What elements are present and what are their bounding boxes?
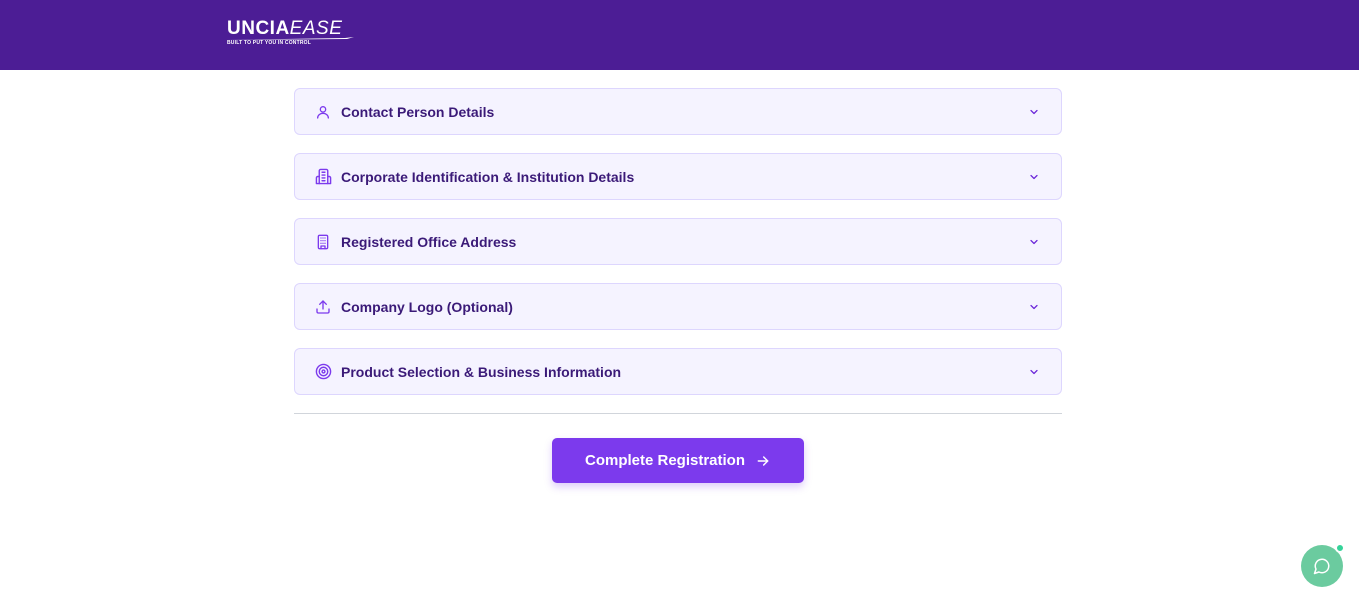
target-icon bbox=[314, 363, 332, 381]
chevron-down-icon[interactable] bbox=[1027, 300, 1041, 314]
section-contact-person[interactable]: Contact Person Details bbox=[294, 88, 1062, 135]
section-product-selection[interactable]: Product Selection & Business Information bbox=[294, 348, 1062, 395]
complete-registration-button[interactable]: Complete Registration bbox=[552, 438, 804, 483]
section-registered-office[interactable]: Registered Office Address bbox=[294, 218, 1062, 265]
top-header: UNCIA EASE BUILT TO PUT YOU IN CONTROL bbox=[0, 0, 1359, 70]
upload-icon bbox=[314, 298, 332, 316]
section-label: Company Logo (Optional) bbox=[341, 298, 513, 315]
section-label: Product Selection & Business Information bbox=[341, 363, 622, 380]
section-label: Registered Office Address bbox=[341, 233, 517, 250]
logo-secondary-text: EASE bbox=[289, 18, 343, 39]
office-building-icon bbox=[314, 233, 332, 251]
section-corporate-identification[interactable]: Corporate Identification & Institution D… bbox=[294, 153, 1062, 200]
chevron-down-icon[interactable] bbox=[1027, 105, 1041, 119]
logo-primary-text: UNCIA bbox=[227, 18, 290, 39]
user-icon bbox=[314, 103, 332, 121]
brand-logo[interactable]: UNCIA EASE BUILT TO PUT YOU IN CONTROL bbox=[227, 19, 357, 49]
registration-sections: Contact Person Details Corporate Identif… bbox=[294, 88, 1062, 413]
logo-wordmark: UNCIA EASE bbox=[227, 19, 357, 38]
chevron-down-icon[interactable] bbox=[1027, 170, 1041, 184]
building-certificate-icon bbox=[314, 168, 332, 186]
logo-tagline: BUILT TO PUT YOU IN CONTROL bbox=[227, 40, 312, 46]
online-status-dot bbox=[1335, 543, 1345, 553]
chat-bubble-icon bbox=[1313, 558, 1330, 575]
chevron-down-icon[interactable] bbox=[1027, 365, 1041, 379]
chevron-down-icon[interactable] bbox=[1027, 235, 1041, 249]
section-company-logo[interactable]: Company Logo (Optional) bbox=[294, 283, 1062, 330]
complete-registration-label: Complete Registration bbox=[584, 452, 746, 469]
section-label: Contact Person Details bbox=[341, 103, 495, 120]
section-label: Corporate Identification & Institution D… bbox=[341, 168, 635, 185]
form-divider bbox=[294, 413, 1062, 414]
arrow-right-icon bbox=[757, 455, 769, 466]
